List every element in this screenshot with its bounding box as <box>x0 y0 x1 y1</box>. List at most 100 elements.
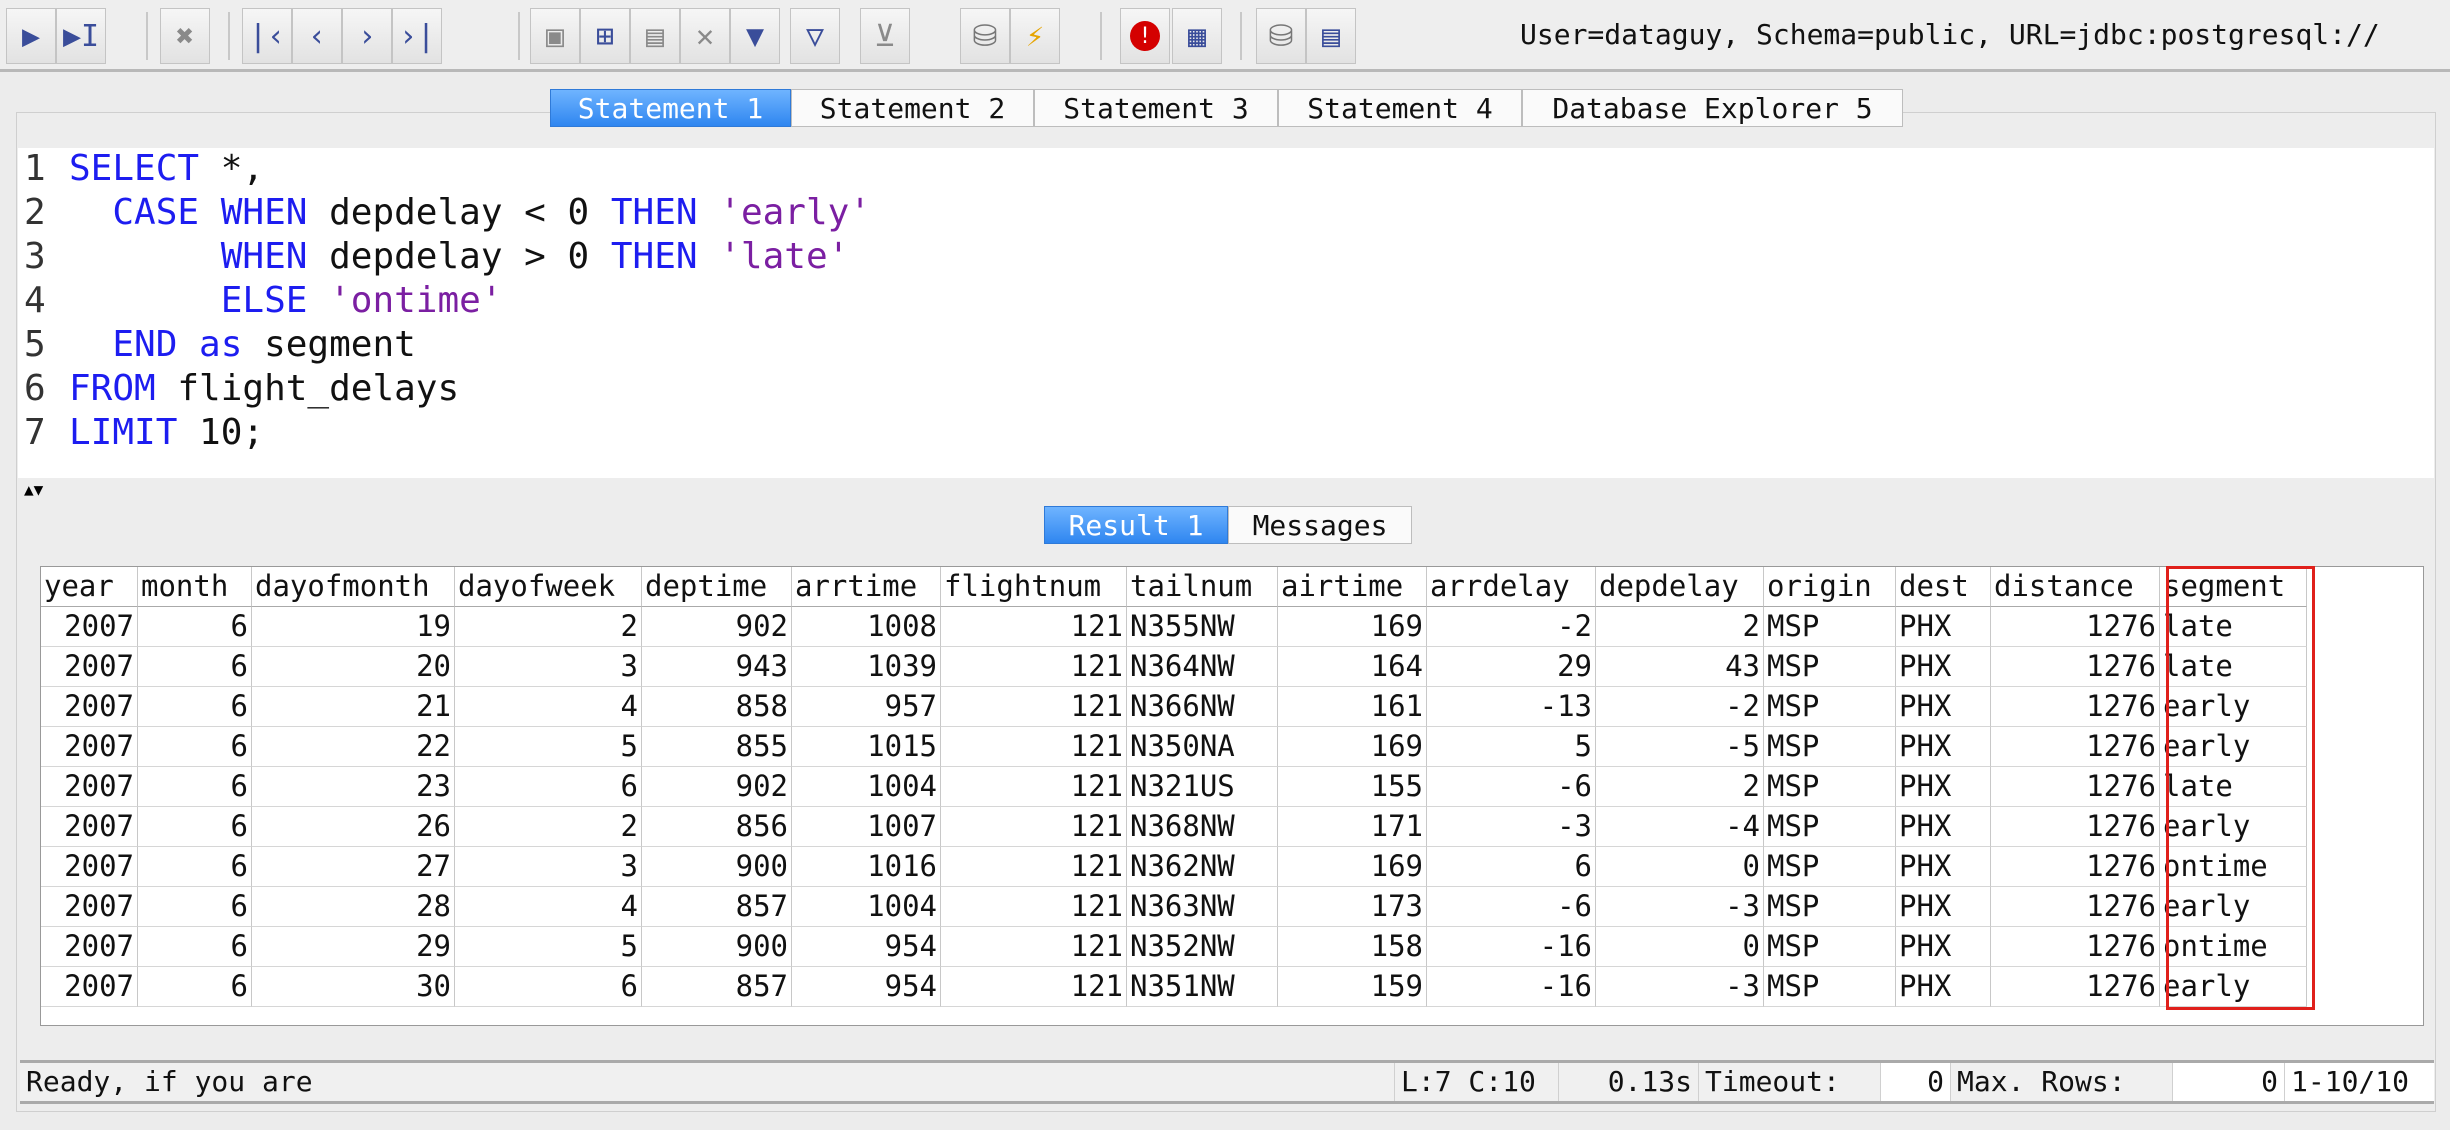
column-header-tailnum[interactable]: tailnum <box>1127 567 1278 607</box>
cell-distance: 1276 <box>1991 607 2160 647</box>
timeout-input[interactable]: 0 <box>1880 1063 1950 1101</box>
column-header-airtime[interactable]: airtime <box>1278 567 1427 607</box>
column-header-flightnum[interactable]: flightnum <box>941 567 1127 607</box>
result-tab-result-1[interactable]: Result 1 <box>1044 506 1228 544</box>
result-grid[interactable]: year month dayofmonth dayofweek deptime arrti… <box>40 566 2424 1026</box>
cell-deptime: 943 <box>642 647 792 687</box>
grid-button[interactable]: ▦ <box>1172 8 1222 64</box>
cell-arrdelay: -16 <box>1427 967 1596 1007</box>
insert-row-button[interactable]: ⊞ <box>580 8 630 64</box>
cell-tailnum: N350NA <box>1127 727 1278 767</box>
cell-arrtime: 954 <box>792 967 941 1007</box>
tab-statement-4[interactable]: Statement 4 <box>1278 89 1522 127</box>
filter-columns-button[interactable]: ▼ <box>730 8 780 64</box>
column-header-depdelay[interactable]: depdelay <box>1596 567 1764 607</box>
cell-dest: PHX <box>1896 887 1991 927</box>
cell-tailnum: N351NW <box>1127 967 1278 1007</box>
explorer-button[interactable]: ▤ <box>1306 8 1356 64</box>
column-header-month[interactable]: month <box>138 567 252 607</box>
cell-month: 6 <box>138 847 252 887</box>
segment-column-highlight <box>2166 566 2315 1010</box>
column-header-origin[interactable]: origin <box>1764 567 1896 607</box>
cell-distance: 1276 <box>1991 767 2160 807</box>
cell-flightnum: 121 <box>941 607 1127 647</box>
cell-origin: MSP <box>1764 967 1896 1007</box>
cell-distance: 1276 <box>1991 807 2160 847</box>
code-line: SELECT *, <box>69 148 265 189</box>
column-header-distance[interactable]: distance <box>1991 567 2160 607</box>
column-header-dayofmonth[interactable]: dayofmonth <box>252 567 455 607</box>
rollback-icon: ⚡ <box>1025 18 1045 54</box>
cursor-position: L:7 C:10 <box>1394 1063 1558 1101</box>
save-button[interactable]: ▣ <box>530 8 580 64</box>
cell-depdelay: -5 <box>1596 727 1764 767</box>
execute-button[interactable]: ▶ <box>6 8 56 64</box>
first-button[interactable]: |‹ <box>242 8 292 64</box>
column-header-dest[interactable]: dest <box>1896 567 1991 607</box>
cell-dest: PHX <box>1896 687 1991 727</box>
copy-row-button[interactable]: ▤ <box>630 8 680 64</box>
cell-flightnum: 121 <box>941 847 1127 887</box>
result-tab-messages[interactable]: Messages <box>1228 506 1412 544</box>
code-line: WHEN depdelay > 0 THEN 'late' <box>220 236 850 277</box>
cell-dayofmonth: 21 <box>252 687 455 727</box>
cell-origin: MSP <box>1764 607 1896 647</box>
cell-year: 2007 <box>41 647 138 687</box>
cell-deptime: 857 <box>642 967 792 1007</box>
next-button[interactable]: › <box>342 8 392 64</box>
cell-dayofmonth: 27 <box>252 847 455 887</box>
max-rows-input[interactable]: 0 <box>2172 1063 2284 1101</box>
execute-current-icon: ▶I <box>62 18 100 54</box>
cell-dayofweek: 6 <box>455 967 642 1007</box>
tab-statement-3[interactable]: Statement 3 <box>1034 89 1278 127</box>
cell-dayofmonth: 22 <box>252 727 455 767</box>
tab-statement-2[interactable]: Statement 2 <box>791 89 1034 127</box>
cell-flightnum: 121 <box>941 727 1127 767</box>
cell-flightnum: 121 <box>941 767 1127 807</box>
cell-year: 2007 <box>41 767 138 807</box>
filter-button[interactable]: ▽ <box>790 8 840 64</box>
previous-icon: ‹ <box>307 18 327 54</box>
cell-arrtime: 957 <box>792 687 941 727</box>
autocommit-button[interactable]: ! <box>1120 8 1170 64</box>
last-button[interactable]: ›| <box>392 8 442 64</box>
cell-distance: 1276 <box>1991 927 2160 967</box>
database-button[interactable]: ⛁ <box>1256 8 1306 64</box>
column-header-deptime[interactable]: deptime <box>642 567 792 607</box>
rollback-button[interactable]: ⚡ <box>1010 8 1060 64</box>
cell-dest: PHX <box>1896 647 1991 687</box>
cell-arrdelay: -2 <box>1427 607 1596 647</box>
commit-button[interactable]: ⛁ <box>960 8 1010 64</box>
code-line: END as segment <box>112 324 416 365</box>
toolbar-separator <box>1240 12 1242 60</box>
cell-flightnum: 121 <box>941 687 1127 727</box>
cell-month: 6 <box>138 607 252 647</box>
tab-statement-1[interactable]: Statement 1 <box>550 89 791 127</box>
cell-deptime: 900 <box>642 847 792 887</box>
sql-editor[interactable]: 1 2 3 4 5 6 7 SELECT *, CASE WHEN depdel… <box>18 148 2434 478</box>
column-header-dayofweek[interactable]: dayofweek <box>455 567 642 607</box>
cell-airtime: 169 <box>1278 607 1427 647</box>
cell-arrtime: 1007 <box>792 807 941 847</box>
column-header-year[interactable]: year <box>41 567 138 607</box>
previous-button[interactable]: ‹ <box>292 8 342 64</box>
cell-arrtime: 1004 <box>792 767 941 807</box>
clear-filter-button[interactable]: ⊻ <box>860 8 910 64</box>
cell-depdelay: -3 <box>1596 887 1764 927</box>
tab-database-explorer-5[interactable]: Database Explorer 5 <box>1522 89 1903 127</box>
execute-current-button[interactable]: ▶I <box>56 8 106 64</box>
cancel-button[interactable]: ✖ <box>160 8 210 64</box>
cell-dayofmonth: 26 <box>252 807 455 847</box>
cell-year: 2007 <box>41 967 138 1007</box>
cell-year: 2007 <box>41 687 138 727</box>
line-number: 6 <box>24 368 46 409</box>
column-header-arrdelay[interactable]: arrdelay <box>1427 567 1596 607</box>
column-header-arrtime[interactable]: arrtime <box>792 567 941 607</box>
cell-airtime: 158 <box>1278 927 1427 967</box>
cell-origin: MSP <box>1764 687 1896 727</box>
splitter-arrows-icon[interactable]: ▲▼ <box>24 480 43 499</box>
delete-row-button[interactable]: ✕ <box>680 8 730 64</box>
toolbar-separator <box>1100 12 1102 60</box>
line-number: 2 <box>24 192 46 233</box>
cell-dest: PHX <box>1896 847 1991 887</box>
